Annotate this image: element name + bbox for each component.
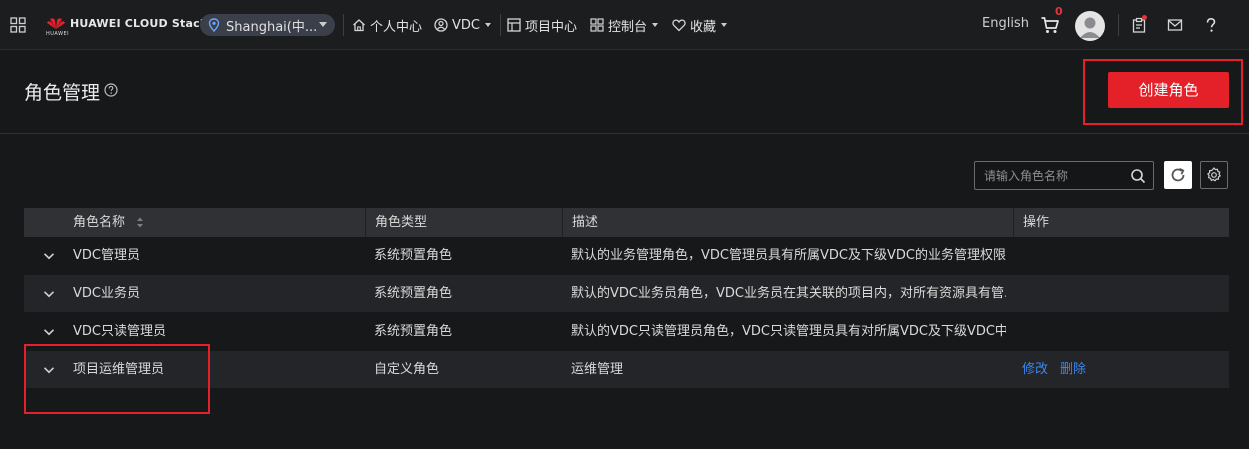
brand-mark-text: HUAWEI [46, 31, 70, 37]
divider [343, 14, 344, 36]
role-name: VDC管理员 [73, 248, 140, 263]
chevron-down-icon [319, 22, 327, 27]
chevron-down-icon [721, 23, 728, 27]
column-header-description: 描述 [562, 208, 598, 237]
chevron-down-icon [652, 23, 659, 27]
chevron-down-icon[interactable] [43, 326, 55, 338]
home-icon [353, 19, 365, 32]
gear-icon [1207, 167, 1222, 182]
divider [500, 14, 501, 36]
region-label: Shanghai(中... [226, 19, 318, 35]
shopping-cart-icon[interactable] [1040, 15, 1060, 35]
heart-icon [672, 19, 686, 32]
role-name: VDC业务员 [73, 286, 140, 301]
page-title: 角色管理 [24, 82, 101, 104]
create-role-button[interactable]: 创建角色 [1108, 72, 1229, 108]
column-header-type: 角色类型 [365, 208, 427, 237]
user-circle-icon [434, 18, 448, 32]
grid-icon [590, 18, 604, 32]
page-header: 角色管理 创建角色 [0, 50, 1249, 134]
table-row[interactable]: VDC管理员 系统预置角色 默认的业务管理角色，VDC管理员具有所属VDC及下级… [24, 237, 1229, 275]
role-description: 运维管理 [571, 362, 624, 377]
settings-button[interactable] [1200, 161, 1228, 189]
highlight-box [24, 344, 210, 414]
chevron-down-icon[interactable] [43, 288, 55, 300]
huawei-logo[interactable]: HUAWEI HUAWEI CLOUD Stack [46, 16, 208, 38]
sort-icon[interactable] [136, 217, 144, 228]
notification-dot [1142, 15, 1147, 20]
nav-personal-center[interactable]: 个人中心 [352, 15, 422, 35]
role-description: 默认的VDC只读管理员角色，VDC只读管理员具有对所属VDC及下级VDC中... [571, 324, 1006, 339]
edit-link[interactable]: 修改 [1022, 351, 1048, 389]
help-icon[interactable] [1203, 17, 1219, 33]
nav-label: 项目中心 [525, 19, 578, 35]
role-description: 默认的VDC业务员角色，VDC业务员在其关联的项目内，对所有资源具有管... [571, 286, 1006, 301]
location-pin-icon [208, 18, 220, 32]
question-circle-icon[interactable] [104, 83, 118, 97]
nav-project-center[interactable]: 项目中心 [507, 15, 577, 35]
nav-label: 收藏 [690, 19, 717, 35]
column-header-actions: 操作 [1013, 208, 1049, 237]
role-type: 系统预置角色 [374, 324, 453, 339]
column-header-name: 角色名称 [73, 215, 126, 230]
language-switch[interactable]: English [982, 16, 1029, 31]
huawei-flower-icon [47, 18, 65, 29]
search-icon[interactable] [1130, 168, 1146, 184]
nav-label: 个人中心 [370, 19, 423, 35]
role-type: 系统预置角色 [374, 248, 453, 263]
table-header: 角色名称 角色类型 描述 操作 [24, 208, 1229, 237]
role-type: 自定义角色 [374, 362, 440, 377]
role-description: 默认的业务管理角色，VDC管理员具有所属VDC及下级VDC的业务管理权限... [571, 248, 1006, 263]
app-grid-icon[interactable] [10, 17, 26, 33]
nav-label: 控制台 [608, 19, 648, 35]
avatar[interactable] [1075, 11, 1105, 41]
top-navigation-bar: HUAWEI HUAWEI CLOUD Stack Shanghai(中... … [0, 0, 1249, 50]
nav-console[interactable]: 控制台 [590, 15, 659, 35]
delete-link[interactable]: 删除 [1060, 351, 1086, 389]
refresh-button[interactable] [1164, 161, 1192, 189]
divider [1118, 14, 1119, 36]
cart-count-badge: 0 [1055, 5, 1063, 18]
user-avatar-icon [1076, 12, 1104, 40]
nav-vdc[interactable]: VDC [434, 15, 491, 35]
nav-favorites[interactable]: 收藏 [672, 15, 728, 35]
chevron-down-icon[interactable] [43, 250, 55, 262]
search-input[interactable] [984, 167, 1124, 184]
layout-icon [507, 18, 521, 32]
role-type: 系统预置角色 [374, 286, 453, 301]
nav-label: VDC [452, 17, 480, 33]
brand-name: HUAWEI CLOUD Stack [70, 16, 208, 30]
chevron-down-icon [484, 23, 491, 27]
region-selector[interactable]: Shanghai(中... [200, 14, 335, 36]
table-row[interactable]: VDC业务员 系统预置角色 默认的VDC业务员角色，VDC业务员在其关联的项目内… [24, 275, 1229, 313]
role-search-box [974, 161, 1154, 190]
mail-icon[interactable] [1167, 17, 1183, 33]
refresh-icon [1171, 167, 1185, 182]
